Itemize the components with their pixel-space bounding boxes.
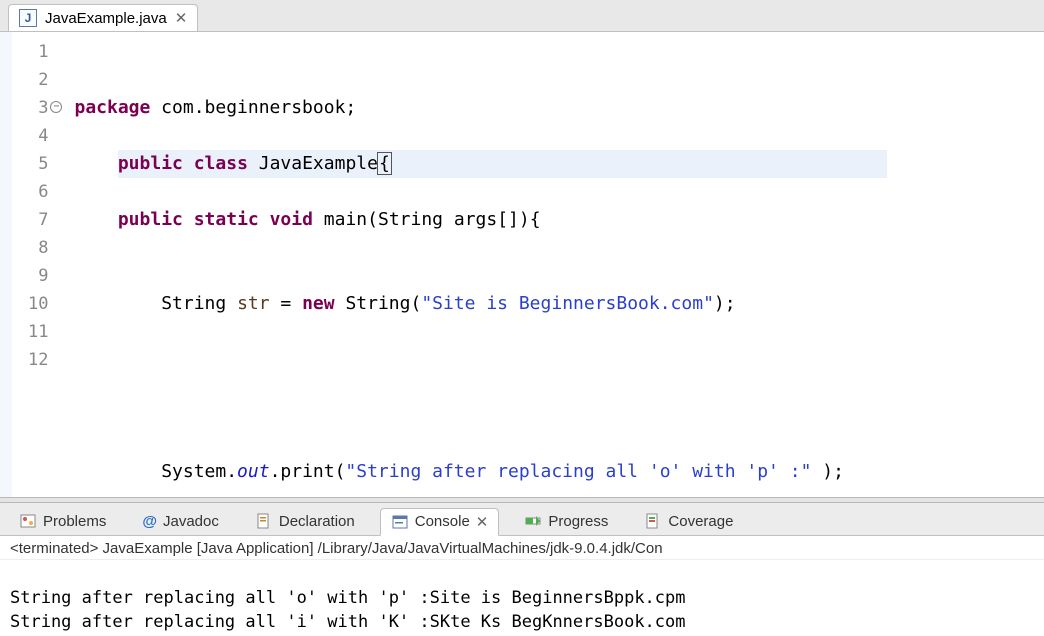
bottom-tab-bar: Problems @ Javadoc Declaration Console ✕… xyxy=(0,503,1044,536)
tab-declaration[interactable]: Declaration xyxy=(244,507,366,535)
code-content[interactable]: package com.beginnersbook; public class … xyxy=(56,32,843,497)
tab-console[interactable]: Console ✕ xyxy=(380,508,500,536)
tab-label: Javadoc xyxy=(163,513,219,530)
at-icon: @ xyxy=(142,513,157,530)
tab-label: Declaration xyxy=(279,513,355,530)
editor-left-margin xyxy=(0,32,12,497)
tab-coverage[interactable]: Coverage xyxy=(633,507,744,535)
console-output[interactable]: String after replacing all 'o' with 'p' … xyxy=(0,560,1044,636)
editor-tab-title: JavaExample.java xyxy=(45,10,167,27)
tab-label: Progress xyxy=(548,513,608,530)
tab-problems[interactable]: Problems xyxy=(8,507,117,535)
coverage-icon xyxy=(644,512,662,530)
tab-javadoc[interactable]: @ Javadoc xyxy=(131,508,230,535)
problems-icon xyxy=(19,512,37,530)
text-cursor: { xyxy=(377,152,392,175)
tab-progress[interactable]: Progress xyxy=(513,507,619,535)
console-line: String after replacing all 'i' with 'K' … xyxy=(10,612,686,632)
close-icon[interactable]: ✕ xyxy=(175,9,188,27)
editor-tab[interactable]: J JavaExample.java ✕ xyxy=(8,4,198,31)
console-icon xyxy=(391,513,409,531)
tab-label: Coverage xyxy=(668,513,733,530)
console-line: String after replacing all 'o' with 'p' … xyxy=(10,588,686,608)
editor-tab-bar: J JavaExample.java ✕ xyxy=(0,0,1044,32)
progress-icon xyxy=(524,512,542,530)
close-icon[interactable]: ✕ xyxy=(476,513,489,531)
editor-area[interactable]: 1 2 3− 4 5 6 7 8 9 10 11 12 package com.… xyxy=(0,32,1044,497)
tab-label: Problems xyxy=(43,513,106,530)
declaration-icon xyxy=(255,512,273,530)
line-number-gutter: 1 2 3− 4 5 6 7 8 9 10 11 12 xyxy=(12,32,56,497)
console-status: <terminated> JavaExample [Java Applicati… xyxy=(0,536,1044,560)
tab-label: Console xyxy=(415,513,470,530)
java-file-icon: J xyxy=(19,9,37,27)
